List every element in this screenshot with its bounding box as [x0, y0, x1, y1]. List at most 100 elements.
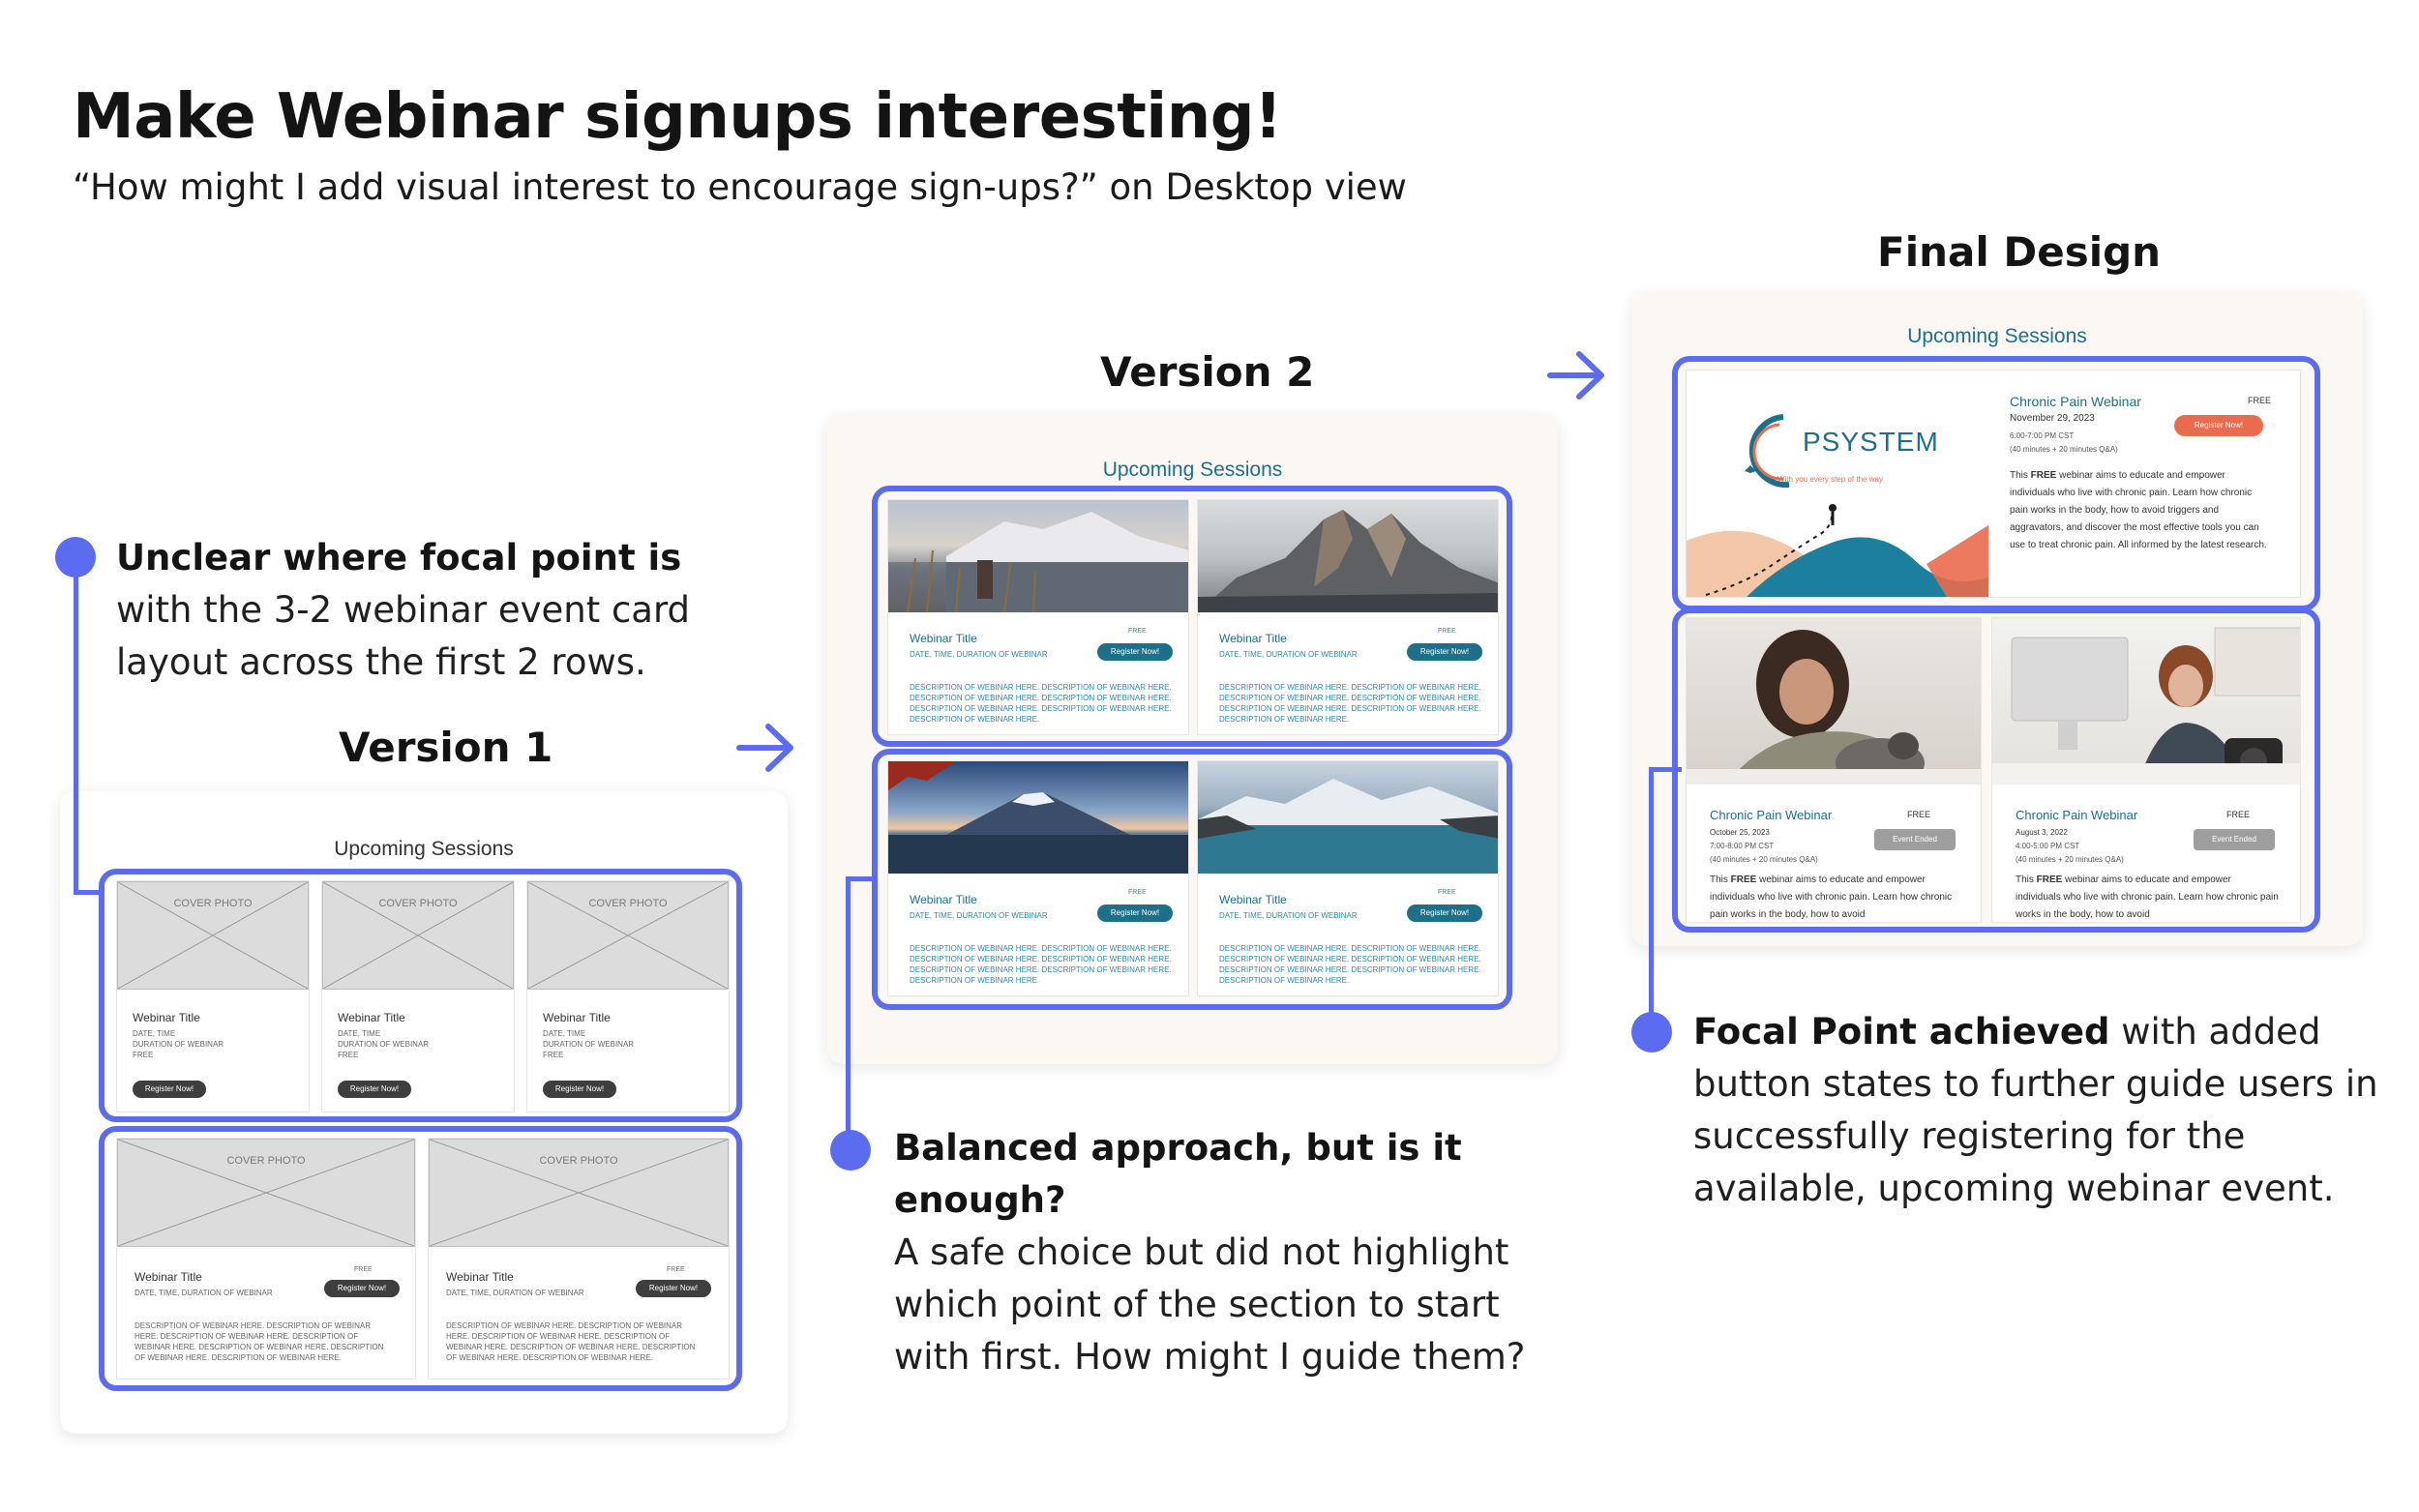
register-button[interactable]: Register Now! [2174, 415, 2263, 436]
card-title: Webinar Title [910, 632, 977, 645]
annotation-final-line: button states to further guide users in [1693, 1063, 2378, 1105]
card-free: FREE [543, 1051, 564, 1059]
card-date-duration: DATE, TIME, DURATION OF WEBINAR [910, 911, 1048, 920]
connector-line [1649, 767, 1682, 772]
version1-card-wide[interactable]: COVER PHOTO Webinar Title FREE DATE, TIM… [428, 1138, 730, 1379]
card-free: FREE [354, 1266, 373, 1273]
register-button[interactable]: Register Now! [543, 1081, 616, 1098]
cover-photo-rocky-peaks [1198, 500, 1498, 612]
annotation-final: Focal Point achieved with added button s… [1693, 1006, 2390, 1215]
version2-panel: Upcoming Sessions Webinar Title FREE DAT… [827, 414, 1558, 1064]
psystem-brand-image: PSYSTEM With you every step of the way [1687, 371, 1988, 597]
annotation-version1-line: with the 3-2 webinar event card [116, 589, 691, 631]
past-card-time: 7:00-8:00 PM CST [1710, 842, 1775, 850]
annotation-version2: Balanced approach, but is it enough? A s… [894, 1122, 1591, 1383]
cover-photo-placeholder: COVER PHOTO [429, 1139, 729, 1247]
final-section-title: Upcoming Sessions [1907, 325, 2087, 347]
featured-time: 6:00-7:00 PM CST [2010, 431, 2075, 440]
featured-title: Chronic Pain Webinar [2010, 394, 2141, 409]
version1-card-wide[interactable]: COVER PHOTO Webinar Title FREE DATE, TIM… [116, 1138, 416, 1379]
version1-card[interactable]: COVER PHOTO Webinar Title DATE, TIME DUR… [116, 880, 310, 1112]
register-button[interactable]: Register Now! [1407, 643, 1482, 661]
card-title: Webinar Title [910, 893, 977, 906]
card-title: Webinar Title [1219, 632, 1287, 645]
featured-webinar-card[interactable]: PSYSTEM With you every step of the way C… [1686, 370, 2301, 598]
register-button[interactable]: Register Now! [636, 1280, 711, 1297]
version2-card[interactable]: Webinar Title FREE DATE, TIME, DURATION … [1197, 499, 1499, 735]
event-ended-button[interactable]: Event Ended [1874, 829, 1956, 850]
card-free: FREE [1128, 889, 1147, 896]
register-button[interactable]: Register Now! [1097, 904, 1173, 922]
card-duration: DURATION OF WEBINAR [338, 1040, 430, 1049]
version1-panel: Upcoming Sessions COVER PHOTO Webinar Ti… [60, 791, 788, 1434]
past-card-title: Chronic Pain Webinar [1710, 808, 1833, 822]
past-card-duration: (40 minutes + 20 minutes Q&A) [2016, 855, 2124, 864]
final-design-panel: Upcoming Sessions PSYSTEM With you every… [1631, 292, 2363, 946]
register-button[interactable]: Register Now! [324, 1280, 400, 1297]
arrow-right-icon [735, 721, 797, 775]
register-button[interactable]: Register Now! [1097, 643, 1173, 661]
cover-photo-glacier-lake [1198, 761, 1498, 874]
past-card-description: This FREE webinar aims to educate and em… [1710, 875, 1953, 920]
card-free: FREE [1438, 628, 1456, 635]
cover-photo-mount-fuji [888, 761, 1188, 874]
card-date-duration: DATE, TIME, DURATION OF WEBINAR [1219, 911, 1358, 920]
annotation-version2-line: with first. How might I guide them? [894, 1336, 1526, 1378]
cover-photo-placeholder: COVER PHOTO [117, 881, 309, 990]
version2-card[interactable]: Webinar Title FREE DATE, TIME, DURATION … [1197, 760, 1499, 996]
annotation-version2-line: which point of the section to start [894, 1284, 1500, 1325]
card-date-duration: DATE, TIME, DURATION OF WEBINAR [910, 650, 1048, 659]
event-ended-button[interactable]: Event Ended [2194, 829, 2275, 850]
past-card-date: October 25, 2023 [1710, 828, 1770, 837]
card-date-duration: DATE, TIME, DURATION OF WEBINAR [134, 1289, 273, 1297]
connector-line [846, 876, 851, 1147]
cover-photo-placeholder: COVER PHOTO [527, 881, 729, 990]
register-button[interactable]: Register Now! [338, 1081, 411, 1098]
annotation-dot [1631, 1012, 1672, 1052]
card-title: Webinar Title [133, 1011, 200, 1024]
past-card-free: FREE [2226, 810, 2251, 819]
version2-card[interactable]: Webinar Title FREE DATE, TIME, DURATION … [887, 760, 1189, 996]
psystem-tagline: With you every step of the way [1777, 475, 1883, 484]
page-subtitle: “How might I add visual interest to enco… [73, 166, 1407, 208]
cover-photo-lake-mountain [888, 500, 1188, 612]
version1-card[interactable]: COVER PHOTO Webinar Title DATE, TIME DUR… [526, 880, 730, 1112]
card-free: FREE [667, 1266, 685, 1273]
annotation-version2-line: A safe choice but did not highlight [894, 1231, 1509, 1273]
annotation-final-line: available, upcoming webinar event. [1693, 1168, 2335, 1209]
card-title: Webinar Title [446, 1270, 514, 1284]
featured-description: This FREE webinar aims to educate and em… [2010, 470, 2267, 550]
card-free: FREE [338, 1051, 359, 1059]
featured-date: November 29, 2023 [2010, 413, 2095, 424]
annotation-final-rest: with added [2109, 1011, 2321, 1052]
version1-card[interactable]: COVER PHOTO Webinar Title DATE, TIME DUR… [321, 880, 515, 1112]
card-description: DESCRIPTION OF WEBINAR HERE. DESCRIPTION… [446, 1321, 696, 1362]
card-free: FREE [1438, 889, 1456, 896]
card-title: Webinar Title [134, 1270, 202, 1284]
cover-photo-label: COVER PHOTO [539, 1155, 618, 1167]
card-date: DATE, TIME [338, 1029, 381, 1038]
version2-label: Version 2 [1100, 348, 1315, 396]
register-button[interactable]: Register Now! [133, 1081, 206, 1098]
cover-photo-placeholder: COVER PHOTO [322, 881, 514, 990]
featured-duration: (40 minutes + 20 minutes Q&A) [2010, 445, 2118, 454]
connector-line [1649, 767, 1654, 1026]
card-date: DATE, TIME [543, 1029, 586, 1038]
version1-label: Version 1 [339, 724, 553, 771]
card-description: DESCRIPTION OF WEBINAR HERE. DESCRIPTION… [910, 944, 1172, 985]
cover-photo-label: COVER PHOTO [173, 898, 253, 909]
psystem-logo-text: PSYSTEM [1803, 427, 1939, 457]
version2-card[interactable]: Webinar Title FREE DATE, TIME, DURATION … [887, 499, 1189, 735]
past-card-duration: (40 minutes + 20 minutes Q&A) [1710, 855, 1818, 864]
card-free: FREE [1128, 628, 1147, 635]
card-date: DATE, TIME [133, 1029, 176, 1038]
cover-photo-label: COVER PHOTO [378, 898, 458, 909]
connector-line [74, 890, 103, 895]
featured-free: FREE [2248, 396, 2272, 405]
annotation-version2-bold: Balanced approach, but is it enough? [894, 1127, 1462, 1221]
past-webinar-card[interactable]: Chronic Pain Webinar FREE August 3, 2022… [1991, 617, 2301, 923]
register-button[interactable]: Register Now! [1407, 904, 1482, 922]
card-title: Webinar Title [1219, 893, 1287, 906]
arrow-right-icon [1546, 348, 1608, 402]
past-webinar-card[interactable]: Chronic Pain Webinar FREE October 25, 20… [1686, 617, 1982, 923]
